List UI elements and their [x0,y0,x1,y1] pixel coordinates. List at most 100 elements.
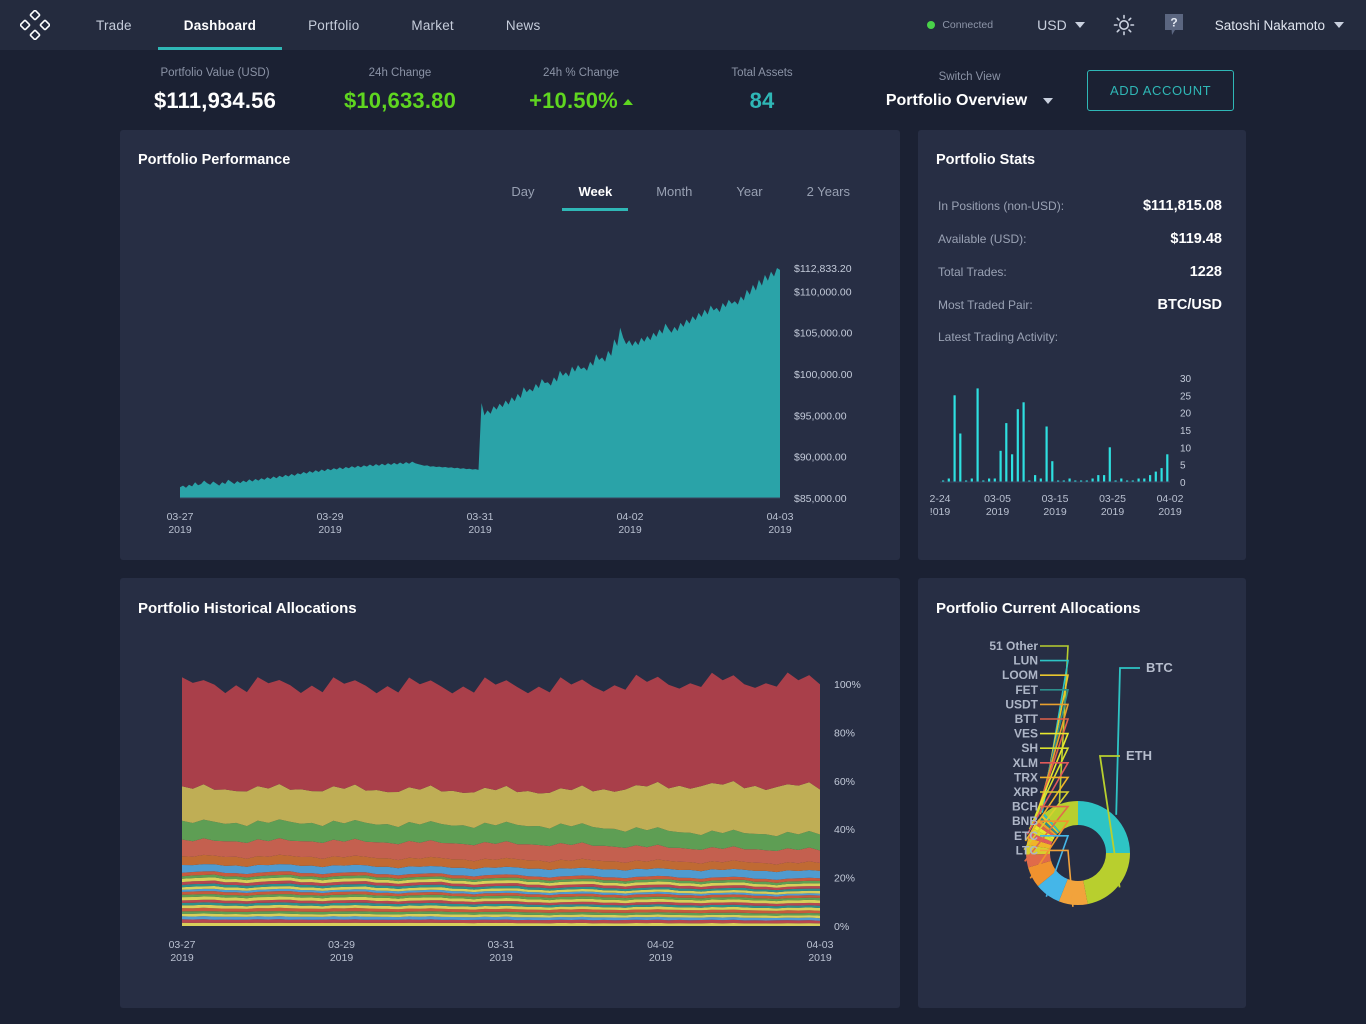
question-mark-icon: ? [1163,13,1185,37]
svg-text:LOOM: LOOM [1002,668,1038,682]
tab-2-years[interactable]: 2 Years [785,174,872,211]
svg-text:03-25: 03-25 [1099,493,1126,505]
svg-text:03-27: 03-27 [167,511,194,523]
activity-bar [1120,479,1122,483]
activity-bar [1155,472,1157,482]
svg-text:25: 25 [1180,391,1192,402]
tab-day[interactable]: Day [489,174,556,211]
stat-val: $119.48 [1170,231,1222,247]
activity-bar [1143,479,1145,483]
activity-bar [1109,447,1111,482]
nav-item-portfolio[interactable]: Portfolio [282,0,385,50]
currency-selector[interactable]: USD [1037,17,1085,33]
nav-label: Trade [96,18,132,33]
tab-label: Week [578,184,612,199]
nav-item-news[interactable]: News [480,0,567,50]
svg-text:04-02: 04-02 [1157,493,1184,505]
switch-view-value: Portfolio Overview [886,92,1027,110]
stat-val: BTC/USD [1158,297,1222,313]
app-logo[interactable] [0,10,70,40]
svg-text:80%: 80% [834,727,855,739]
svg-text:5: 5 [1180,461,1186,472]
stat-label: Total Assets [672,67,852,79]
theme-toggle-button[interactable] [1113,14,1135,36]
stat-portfolio-value: Portfolio Value (USD) $111,934.56 [120,67,310,114]
activity-bar [1005,423,1007,482]
user-menu[interactable]: Satoshi Nakamoto [1215,18,1344,33]
activity-bar [1103,475,1105,482]
tab-year[interactable]: Year [714,174,784,211]
activity-bar [994,479,996,483]
svg-text:$90,000.00: $90,000.00 [794,452,847,464]
stat-key: Most Traded Pair: [938,298,1033,312]
dashboard-row-top: Portfolio Performance Day Week Month Yea… [120,130,1246,560]
donut-leader-line [1116,668,1140,815]
chevron-down-icon [1334,22,1344,28]
stat-row-most-traded-pair: Most Traded Pair: BTC/USD [938,297,1222,313]
stat-label: Portfolio Value (USD) [120,67,310,79]
svg-text:2019: 2019 [468,524,492,536]
nav-label: Portfolio [308,18,359,33]
activity-bar [1051,461,1053,482]
diamond-cluster-logo-icon [20,10,50,40]
svg-text:60%: 60% [834,776,855,788]
svg-text:03-27: 03-27 [169,939,196,951]
portfolio-performance-chart[interactable]: $112,833.20$110,000.00$105,000.00$100,00… [120,258,900,538]
svg-text:04-03: 04-03 [807,939,834,951]
activity-bar [948,479,950,483]
stat-value: +10.50% [529,88,618,113]
activity-bar [1138,479,1140,483]
nav-item-dashboard[interactable]: Dashboard [158,0,282,50]
portfolio-stats-panel: Portfolio Stats In Positions (non-USD): … [918,130,1246,560]
tab-label: Day [511,184,534,199]
stat-24h-change: 24h Change $10,633.80 [310,67,490,114]
activity-bar [1017,409,1019,482]
activity-bar [1092,479,1094,483]
portfolio-historical-allocations-chart[interactable]: 100%80%60%40%20%0%03-27201903-29201903-3… [120,628,900,998]
activity-bar [954,395,956,482]
donut-slice [1078,801,1130,853]
switch-view-value-wrap[interactable]: Portfolio Overview [852,92,1087,110]
tab-week[interactable]: Week [556,174,634,211]
svg-text:SH: SH [1021,741,1038,755]
stat-key: Latest Trading Activity: [938,330,1058,344]
activity-bar [1011,454,1013,482]
connection-dot-icon [927,21,935,29]
svg-text:BTC: BTC [1146,660,1173,675]
panel-title: Portfolio Current Allocations [918,578,1246,617]
svg-text:2019: 2019 [768,524,792,536]
panel-title: Portfolio Performance [120,130,900,168]
activity-bar [971,479,973,483]
svg-text:20: 20 [1180,409,1192,420]
svg-text:LUN: LUN [1013,654,1038,668]
svg-text:$100,000.00: $100,000.00 [794,369,853,381]
summary-stats-bar: Portfolio Value (USD) $111,934.56 24h Ch… [0,50,1366,130]
stat-total-assets: Total Assets 84 [672,67,852,114]
switch-view-selector[interactable]: Switch View Portfolio Overview [852,71,1087,110]
svg-text:30: 30 [1180,374,1192,385]
tab-month[interactable]: Month [634,174,714,211]
svg-text:10: 10 [1180,443,1192,454]
svg-text:$85,000.00: $85,000.00 [794,493,847,505]
portfolio-performance-panel: Portfolio Performance Day Week Month Yea… [120,130,900,560]
nav-item-market[interactable]: Market [385,0,479,50]
nav-label: Dashboard [184,18,256,33]
nav-item-trade[interactable]: Trade [70,0,158,50]
svg-text:!019: !019 [930,506,951,518]
portfolio-current-allocations-chart[interactable]: BTCETH51 OtherLUNLOOMFETUSDTBTTVESSHXLMT… [918,628,1246,998]
svg-text:2019: 2019 [489,952,513,964]
stat-row-latest-activity: Latest Trading Activity: [938,330,1222,344]
help-button[interactable]: ? [1163,13,1185,37]
stat-value: 84 [672,88,852,114]
add-account-button[interactable]: ADD ACCOUNT [1087,70,1234,111]
activity-bar [1046,427,1048,483]
stat-key: In Positions (non-USD): [938,199,1064,213]
latest-trading-activity-chart[interactable]: 3025201510502-24!01903-05201903-15201903… [918,370,1246,520]
chevron-down-icon [1075,22,1085,28]
app-header: Trade Dashboard Portfolio Market News Co… [0,0,1366,50]
stat-value-wrap: +10.50% [490,88,672,114]
svg-text:FET: FET [1015,683,1038,697]
svg-text:2019: 2019 [1101,506,1125,518]
svg-text:40%: 40% [834,824,855,836]
activity-bar [1034,475,1036,482]
